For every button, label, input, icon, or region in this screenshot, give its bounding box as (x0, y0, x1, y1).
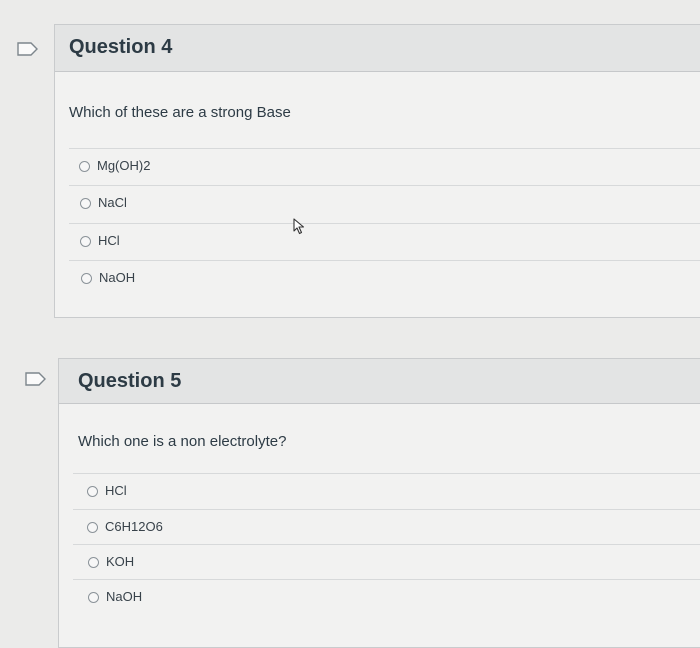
radio-button[interactable] (81, 273, 92, 284)
question-5-header: Question 5 (59, 359, 700, 404)
question-4-header: Question 4 (55, 25, 700, 72)
answer-option[interactable]: NaOH (69, 260, 700, 297)
radio-button[interactable] (87, 486, 98, 497)
mouse-pointer-icon (292, 218, 308, 241)
radio-button[interactable] (88, 557, 99, 568)
question-4-prompt: Which of these are a strong Base (69, 104, 291, 121)
radio-button[interactable] (80, 198, 91, 209)
answer-option[interactable]: KOH (73, 544, 700, 581)
radio-button[interactable] (88, 592, 99, 603)
question-4-card: Question 4 Which of these are a strong B… (54, 24, 700, 318)
answer-option[interactable]: Mg(OH)2 (69, 148, 700, 185)
question-5-prompt: Which one is a non electrolyte? (78, 433, 287, 450)
flag-question-icon[interactable] (17, 42, 39, 56)
answer-label[interactable]: HCl (98, 233, 120, 248)
radio-button[interactable] (80, 236, 91, 247)
answer-option[interactable]: NaOH (73, 579, 700, 616)
answer-option[interactable]: HCl (69, 223, 700, 260)
question-5-title: Question 5 (78, 370, 182, 392)
answer-label[interactable]: C6H12O6 (105, 519, 163, 534)
answer-label[interactable]: HCl (105, 483, 127, 498)
radio-button[interactable] (87, 522, 98, 533)
answer-option[interactable]: NaCl (69, 185, 700, 222)
answer-option[interactable]: C6H12O6 (73, 509, 700, 546)
answer-label[interactable]: Mg(OH)2 (97, 158, 150, 173)
question-5-card: Question 5 Which one is a non electrolyt… (58, 358, 700, 648)
answer-label[interactable]: KOH (106, 554, 134, 569)
flag-question-icon[interactable] (25, 372, 47, 386)
question-4-title: Question 4 (69, 36, 173, 58)
answer-option[interactable]: HCl (73, 473, 700, 510)
answer-label[interactable]: NaOH (99, 270, 135, 285)
radio-button[interactable] (79, 161, 90, 172)
answer-label[interactable]: NaCl (98, 195, 127, 210)
answer-label[interactable]: NaOH (106, 589, 142, 604)
